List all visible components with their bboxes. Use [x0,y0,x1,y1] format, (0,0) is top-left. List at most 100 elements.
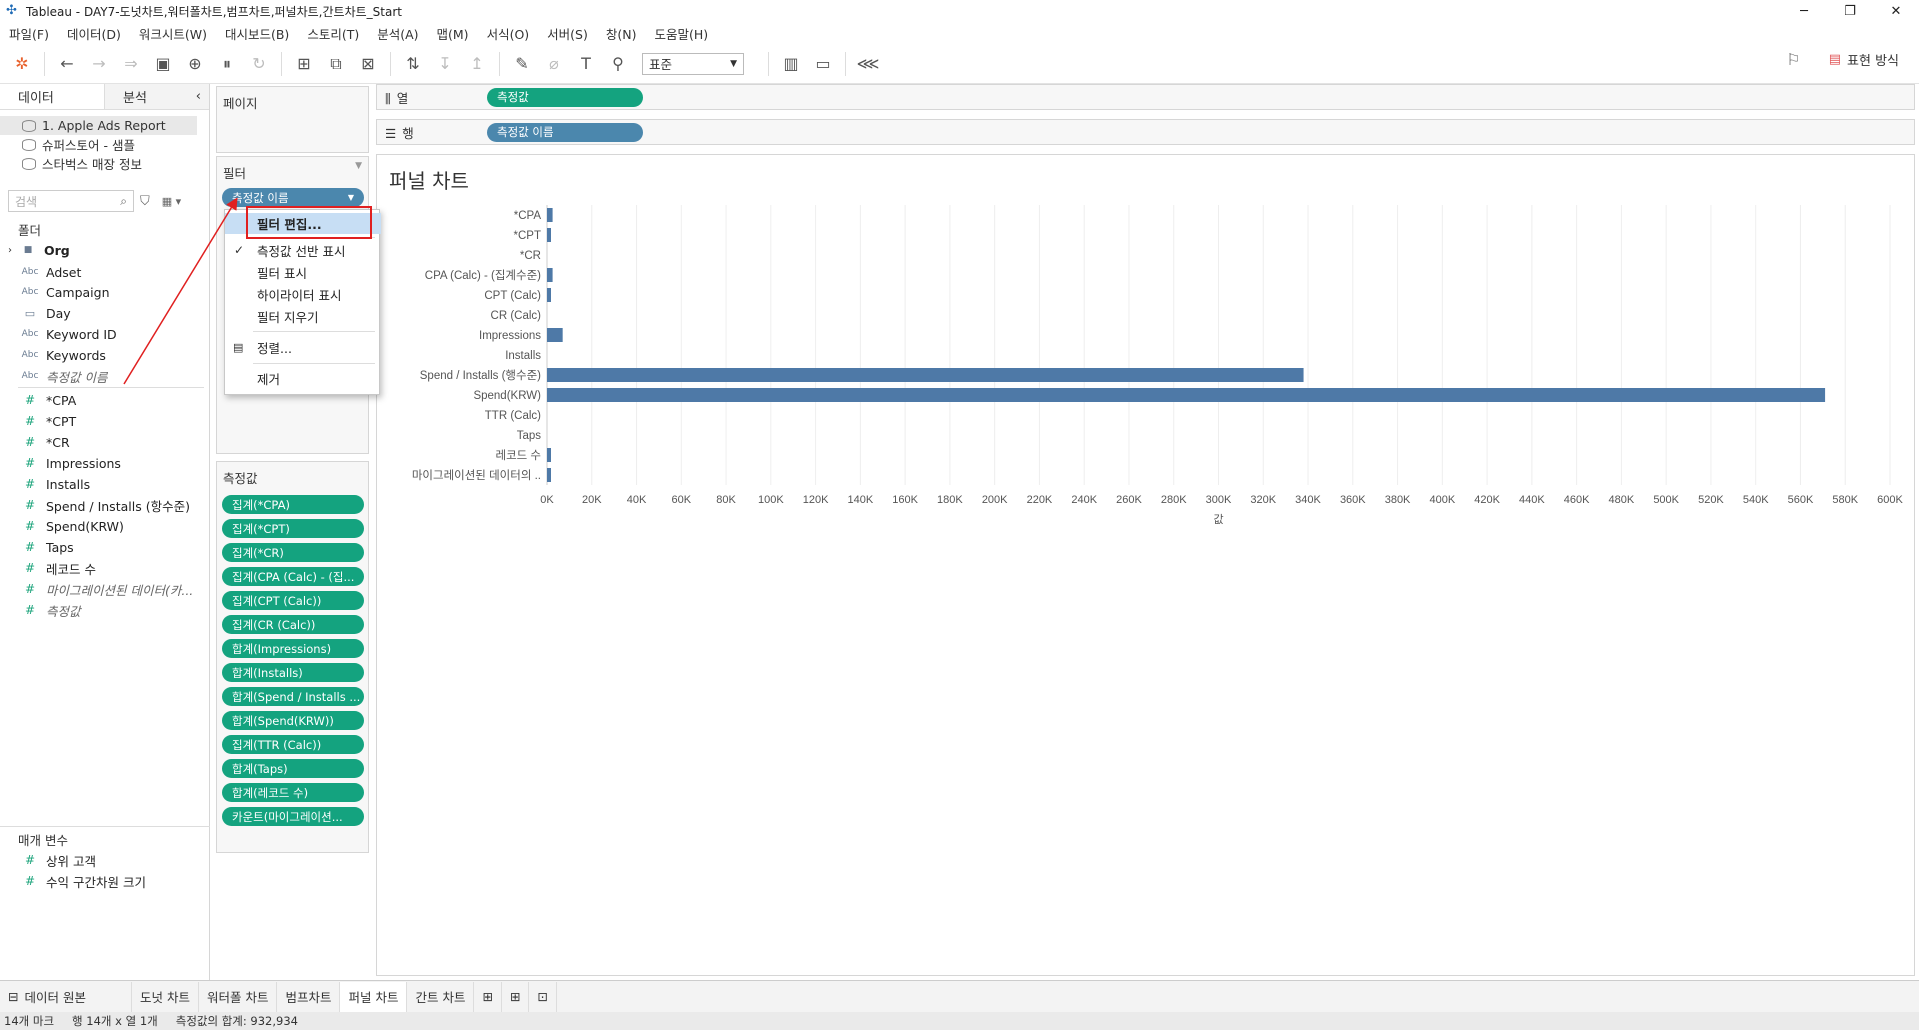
number-type-icon: # [24,582,36,596]
fit-select-value: 표준 [649,57,673,72]
category-label: Taps [517,430,542,442]
columns-pill[interactable]: 측정값 [487,87,643,107]
rows-shelf[interactable]: ☰ 행 측정값 이름 [376,119,1915,145]
new-worksheet-icon[interactable]: ⊞ [474,981,502,1012]
funnel-bar-chart[interactable]: 0K 20K 40K 60K 80K 100K 120K 140K 160K 180K 200K 22… [377,195,1914,595]
new-story-icon[interactable]: ⊡ [529,981,557,1012]
field-name: Spend(KRW) [46,518,124,534]
x-tick-label: 20K [582,494,602,506]
x-tick-label: 560K [1788,494,1814,506]
menu-map[interactable]: 맵(M) [428,24,478,43]
measure-field[interactable]: # Installs [0,474,205,494]
status-marks: 14개 마크 [4,1014,55,1028]
minimize-button[interactable]: ─ [1781,0,1827,22]
sort-asc-icon[interactable]: ↧ [431,50,459,78]
x-tick-label: 360K [1340,494,1366,506]
menu-help[interactable]: 도움말(H) [645,24,717,43]
annotation-arrow [123,197,238,385]
measure-field[interactable]: # 측정값 [0,600,205,620]
category-label: 레코드 수 [495,449,541,462]
x-axis-label: 값 [1213,513,1223,526]
menu-window[interactable]: 창(N) [597,24,646,43]
tab-sheet[interactable]: 간트 차트 [407,981,475,1012]
menu-format[interactable]: 서식(O) [478,24,539,43]
measure-pill[interactable]: 집계(CPT (Calc)) [222,591,364,610]
menu-server[interactable]: 서버(S) [538,24,597,43]
fit-select[interactable]: 표준 ▼ [642,52,744,75]
field-name: Taps [46,539,74,555]
measure-pill[interactable]: 집계(TTR (Calc)) [222,735,364,754]
field-name: 수익 구간차원 크기 [46,874,146,890]
category-label: 마이그레이션된 데이터의 .. [412,469,541,482]
swap-icon[interactable]: ⇅ [399,50,427,78]
field-name: 마이그레이션된 데이터(카... [46,582,194,598]
tab-sheet-active[interactable]: 퍼널 차트 [340,981,408,1012]
category-label: *CR [520,250,541,262]
rows-label: 행 [402,125,414,141]
measure-field[interactable]: # Taps [0,537,205,557]
close-button[interactable]: ✕ [1873,0,1919,22]
columns-shelf[interactable]: ⫼ 열 측정값 [376,84,1915,110]
measure-field[interactable]: # 마이그레이션된 데이터(카... [0,579,205,599]
x-tick-label: 240K [1071,494,1097,506]
measure-pill[interactable]: 집계(*CPA) [222,495,364,514]
measure-pill[interactable]: 합계(Installs) [222,663,364,682]
category-label: Spend(KRW) [473,390,541,402]
tab-sheet[interactable]: 워터폴 차트 [199,981,278,1012]
measure-field[interactable]: # Impressions [0,453,205,473]
new-dashboard-icon[interactable]: ⊞ [502,981,530,1012]
category-label: *CPT [514,230,541,242]
measure-pill[interactable]: 집계(CR (Calc)) [222,615,364,634]
measure-pill[interactable]: 집계(*CPT) [222,519,364,538]
category-label: *CPA [514,210,542,222]
show-cards-icon[interactable]: ▥ [777,50,805,78]
x-tick-label: 140K [848,494,874,506]
restore-button[interactable]: ❐ [1827,0,1873,22]
rows-pill[interactable]: 측정값 이름 [487,122,643,142]
group-icon[interactable]: ⌀ [540,50,568,78]
measures-title: 측정값 [223,471,258,486]
field-name: Spend / Installs (항수준) [46,498,190,514]
x-tick-label: 440K [1519,494,1545,506]
pin-icon[interactable]: ⚲ [604,50,632,78]
measure-pill[interactable]: 합계(Taps) [222,759,364,778]
tab-sheet[interactable]: 범프차트 [277,981,341,1012]
x-tick-label: 160K [892,494,918,506]
measure-field[interactable]: # Spend(KRW) [0,516,205,536]
tab-sheet[interactable]: 도넛 차트 [132,981,199,1012]
number-type-icon: # [24,477,36,491]
tab-data-source[interactable]: ⊟ 데이터 원본 [0,981,132,1012]
status-sum: 측정값의 합계: 932,934 [175,1014,298,1028]
share-icon[interactable]: ⋘ [854,50,882,78]
x-tick-label: 400K [1429,494,1455,506]
bar [547,388,1826,402]
label-icon[interactable]: T [572,50,600,78]
highlight-icon[interactable]: ✎ [508,50,536,78]
measure-pill[interactable]: 합계(Spend / Installs ... [222,687,364,706]
bar [547,288,551,302]
bar [547,208,553,222]
pin-marks-icon: ⚐ [1786,50,1801,69]
measure-pill[interactable]: 합계(Spend(KRW)) [222,711,364,730]
parameter-field[interactable]: # 수익 구간차원 크기 [0,871,205,891]
x-tick-label: 540K [1743,494,1769,506]
field-name: Impressions [46,455,121,471]
number-type-icon: # [24,435,36,449]
category-label: CPT (Calc) [484,290,541,302]
measure-field[interactable]: # *CR [0,432,205,452]
measure-field[interactable]: # 레코드 수 [0,558,205,578]
sort-desc-icon[interactable]: ↥ [463,50,491,78]
number-type-icon: # [24,853,36,867]
measure-pill[interactable]: 카운트(마이그레이션... [222,807,364,826]
worksheet-view[interactable]: 퍼널 차트 0K 20K 40K 60K 80K 100K 120K 140K 160K 180K… [376,154,1915,976]
measure-field[interactable]: # Spend / Installs (항수준) [0,495,205,515]
measure-pill[interactable]: 집계(CPA (Calc) - (집... [222,567,364,586]
measure-pill[interactable]: 합계(레코드 수) [222,783,364,802]
measure-pill[interactable]: 합계(Impressions) [222,639,364,658]
measure-values-shelf[interactable]: 측정값 집계(*CPA) 집계(*CPT) 집계(*CR) 집계(CPA (Ca… [216,461,369,853]
status-bar: 14개 마크 행 14개 x 열 1개 측정값의 합계: 932,934 [0,1012,1919,1030]
measure-pill[interactable]: 집계(*CR) [222,543,364,562]
parameter-field[interactable]: # 상위 고객 [0,850,205,870]
presentation-icon[interactable]: ▭ [809,50,837,78]
show-me-button[interactable]: ⚐ ▤ 표현 방식 [1786,50,1899,69]
